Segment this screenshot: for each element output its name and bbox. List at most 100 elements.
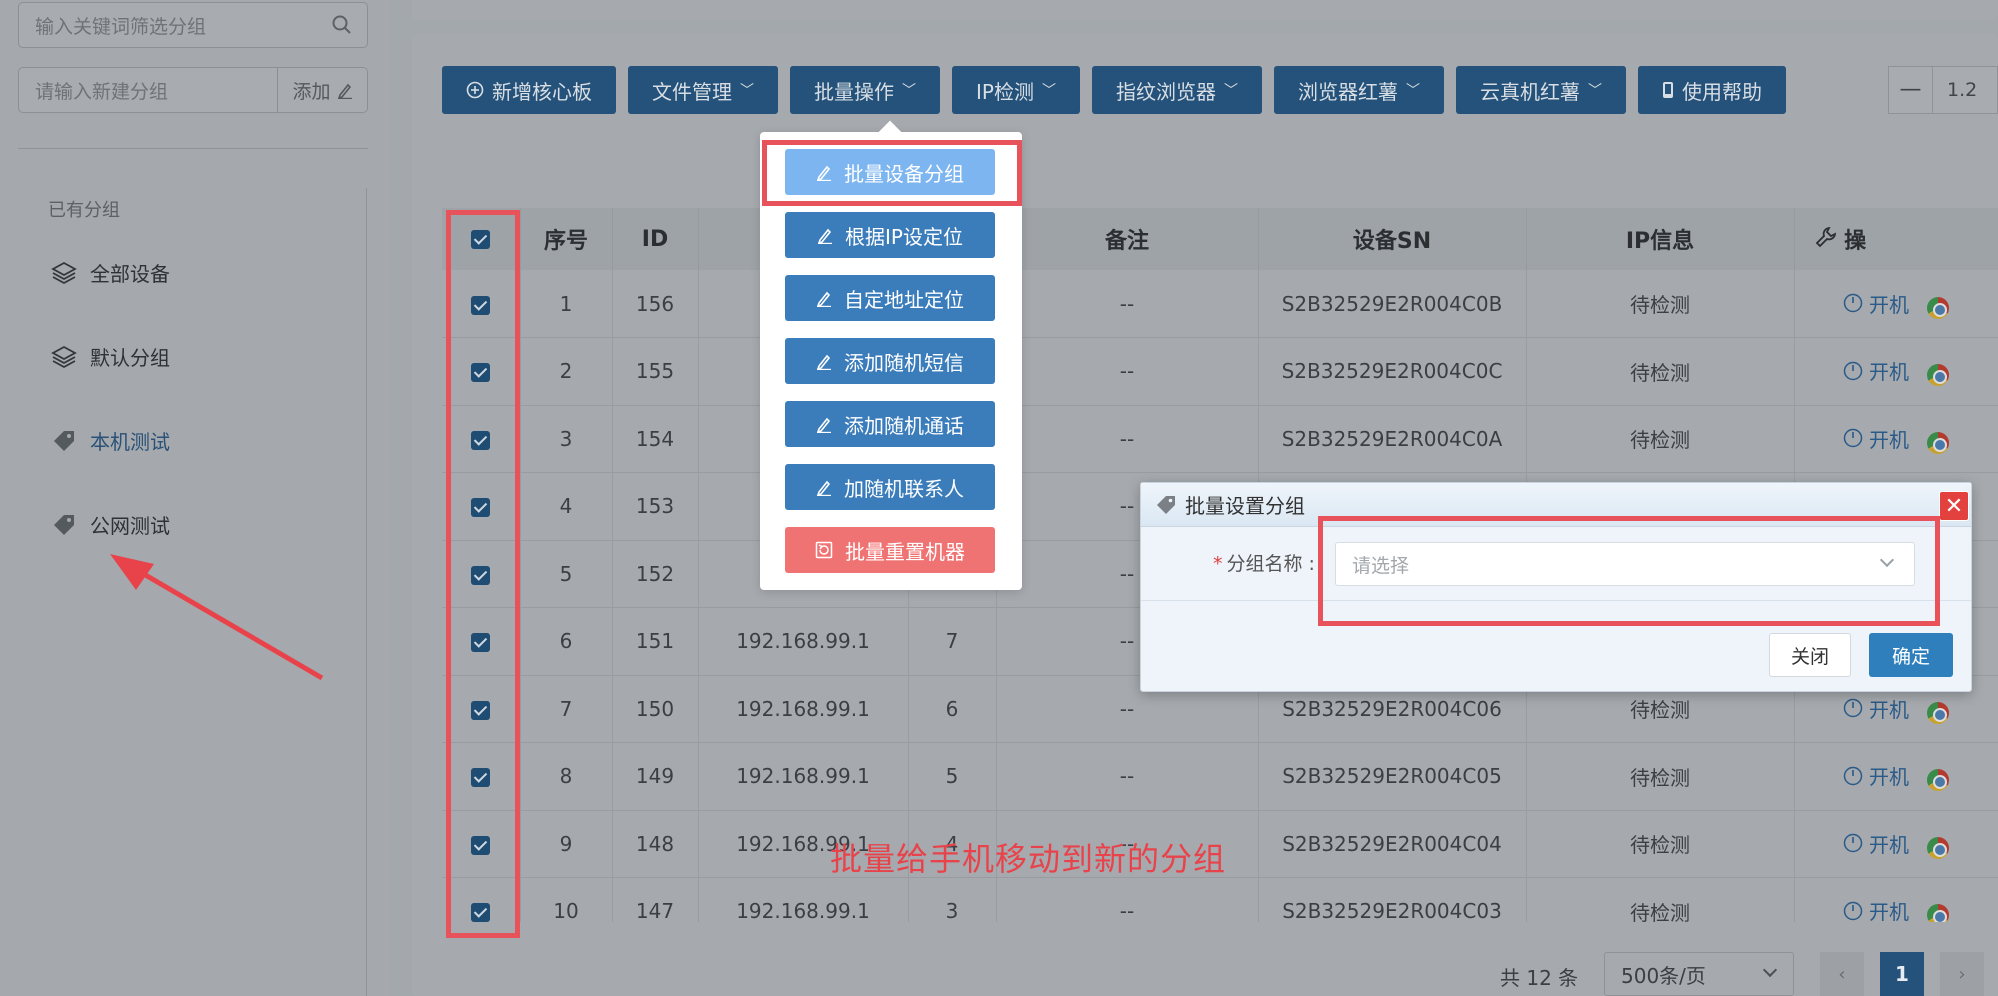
group-search-input[interactable]: 输入关键词筛选分组 xyxy=(18,2,368,48)
close-icon[interactable]: ✕ xyxy=(1939,491,1969,521)
add-group-button[interactable]: 添加 xyxy=(277,68,367,112)
batch-operation-button[interactable]: 批量操作 ﹀ xyxy=(790,66,940,114)
row-checkbox-cell[interactable] xyxy=(442,607,521,676)
chevron-down-icon: ﹀ xyxy=(902,83,916,99)
row-checkbox[interactable] xyxy=(471,430,491,450)
sidebar: 输入关键词筛选分组 请输入新建分组 添加 已有分组 全部设备 默认分组 本机测试 xyxy=(0,0,390,996)
power-on-button[interactable]: 开机 xyxy=(1843,694,1909,723)
new-group-input[interactable]: 请输入新建分组 添加 xyxy=(18,67,368,113)
search-icon[interactable] xyxy=(331,14,353,36)
add-random-call-item[interactable]: 添加随机通话 xyxy=(785,401,995,447)
row-checkbox-cell[interactable] xyxy=(442,675,521,743)
decrement-button[interactable]: — xyxy=(1889,67,1933,113)
next-page-button[interactable]: › xyxy=(1940,952,1984,996)
row-checkbox-cell[interactable] xyxy=(442,270,521,338)
chrome-icon[interactable] xyxy=(1927,364,1949,387)
row-checkbox-cell[interactable] xyxy=(442,337,521,406)
row-id: 156 xyxy=(612,270,699,338)
sidebar-item-default-group[interactable]: 默认分组 xyxy=(50,342,170,371)
reset-icon xyxy=(815,541,833,559)
batch-device-group-item[interactable]: 批量设备分组 xyxy=(785,149,995,195)
sidebar-item-local-test[interactable]: 本机测试 xyxy=(50,426,170,455)
row-checkbox[interactable] xyxy=(471,295,491,315)
page-1-button[interactable]: 1 xyxy=(1880,952,1924,996)
file-management-button[interactable]: 文件管理 ﹀ xyxy=(628,66,778,114)
row-index: 5 xyxy=(520,540,613,608)
power-on-button[interactable]: 开机 xyxy=(1843,289,1909,318)
sidebar-item-label: 默认分组 xyxy=(90,346,170,370)
sidebar-item-public-test[interactable]: 公网测试 xyxy=(50,510,170,539)
row-checkbox-cell[interactable] xyxy=(442,742,521,811)
locate-by-ip-item[interactable]: 根据IP设定位 xyxy=(785,212,995,258)
row-checkbox[interactable] xyxy=(471,498,491,518)
groups-heading: 已有分组 xyxy=(48,200,120,221)
browser-redbook-button[interactable]: 浏览器红薯 ﹀ xyxy=(1273,66,1444,114)
fingerprint-browser-button[interactable]: 指纹浏览器 ﹀ xyxy=(1091,66,1262,114)
row-checkbox-cell[interactable] xyxy=(442,810,521,878)
row-checkbox[interactable] xyxy=(471,363,491,383)
power-on-button[interactable]: 开机 xyxy=(1843,356,1909,385)
chrome-icon[interactable] xyxy=(1927,701,1949,724)
power-on-button[interactable]: 开机 xyxy=(1843,829,1909,858)
power-on-button[interactable]: 开机 xyxy=(1843,761,1909,790)
group-name-label-text: 分组名称 : xyxy=(1226,553,1315,575)
row-checkbox-cell[interactable] xyxy=(442,405,521,473)
zoom-stepper[interactable]: — 1.2 xyxy=(1888,66,1998,114)
power-on-label: 开机 xyxy=(1869,292,1909,317)
row-checkbox[interactable] xyxy=(471,633,491,653)
row-index: 10 xyxy=(520,877,613,922)
add-core-board-button[interactable]: 新增核心板 xyxy=(442,66,616,114)
row-checkbox-cell[interactable] xyxy=(442,877,521,922)
batch-set-group-dialog: 批量设置分组 ✕ * 分组名称 : 请选择 关闭 确定 xyxy=(1140,482,1972,692)
row-remark: -- xyxy=(996,877,1259,922)
sidebar-item-all-devices[interactable]: 全部设备 xyxy=(50,258,170,287)
prev-page-button[interactable]: ‹ xyxy=(1820,952,1864,996)
row-index: 7 xyxy=(520,675,613,743)
power-on-button[interactable]: 开机 xyxy=(1843,896,1909,922)
chrome-icon[interactable] xyxy=(1927,296,1949,319)
select-all-checkbox-cell[interactable] xyxy=(442,208,521,270)
confirm-button[interactable]: 确定 xyxy=(1869,633,1953,677)
add-random-sms-item[interactable]: 添加随机短信 xyxy=(785,338,995,384)
row-checkbox-cell[interactable] xyxy=(442,472,521,541)
header-index: 序号 xyxy=(520,208,613,270)
chrome-icon[interactable] xyxy=(1927,769,1949,792)
table-row[interactable]: 315419--S2B32529E2R004C0A待检测开机 xyxy=(442,405,1998,473)
table-row[interactable]: 215519--S2B32529E2R004C0C待检测开机 xyxy=(442,337,1998,406)
table-row[interactable]: 8 149 192.168.99.1 5 -- S2B32529E2R004C05 待检测 开… xyxy=(442,742,1998,811)
group-name-select[interactable]: 请选择 xyxy=(1335,542,1915,586)
chrome-icon[interactable] xyxy=(1927,904,1949,922)
row-checkbox[interactable] xyxy=(471,835,491,855)
power-on-label: 开机 xyxy=(1869,832,1909,857)
chevron-down-icon: ﹀ xyxy=(1041,83,1056,99)
sidebar-item-label: 公网测试 xyxy=(90,514,170,538)
table-row[interactable]: 10 147 192.168.99.1 3 -- S2B32529E2R004C03 待检测… xyxy=(442,877,1998,922)
row-id: 155 xyxy=(612,337,699,406)
row-id: 149 xyxy=(612,742,699,811)
power-on-button[interactable]: 开机 xyxy=(1843,424,1909,453)
row-checkbox[interactable] xyxy=(471,768,491,788)
row-checkbox[interactable] xyxy=(471,565,491,585)
help-button[interactable]: 使用帮助 xyxy=(1637,66,1786,114)
add-random-contact-item[interactable]: 加随机联系人 xyxy=(785,464,995,510)
chrome-icon[interactable] xyxy=(1927,431,1949,454)
custom-address-item[interactable]: 自定地址定位 xyxy=(785,275,995,321)
row-sn: S2B32529E2R004C03 xyxy=(1258,877,1527,922)
table-row[interactable]: 115619--S2B32529E2R004C0B待检测开机 xyxy=(442,270,1998,338)
page-size-select[interactable]: 500条/页 xyxy=(1604,952,1794,996)
dialog-title: 批量设置分组 xyxy=(1185,494,1305,518)
cloud-phone-redbook-button[interactable]: 云真机红薯 ﹀ xyxy=(1455,66,1626,114)
row-checkbox[interactable] xyxy=(471,903,491,922)
batch-reset-item[interactable]: 批量重置机器 xyxy=(785,527,995,573)
row-checkbox[interactable] xyxy=(471,700,491,720)
power-icon xyxy=(1843,901,1863,920)
button-label: 文件管理 xyxy=(652,79,732,104)
row-ip-info: 待检测 xyxy=(1526,877,1795,922)
chrome-icon[interactable] xyxy=(1927,836,1949,859)
row-checkbox-cell[interactable] xyxy=(442,540,521,608)
ip-check-button[interactable]: IP检测 ﹀ xyxy=(952,66,1080,114)
power-icon xyxy=(1843,361,1863,380)
row-slot: 5 xyxy=(908,742,997,811)
select-all-checkbox[interactable] xyxy=(471,230,491,249)
close-button[interactable]: 关闭 xyxy=(1769,633,1851,677)
